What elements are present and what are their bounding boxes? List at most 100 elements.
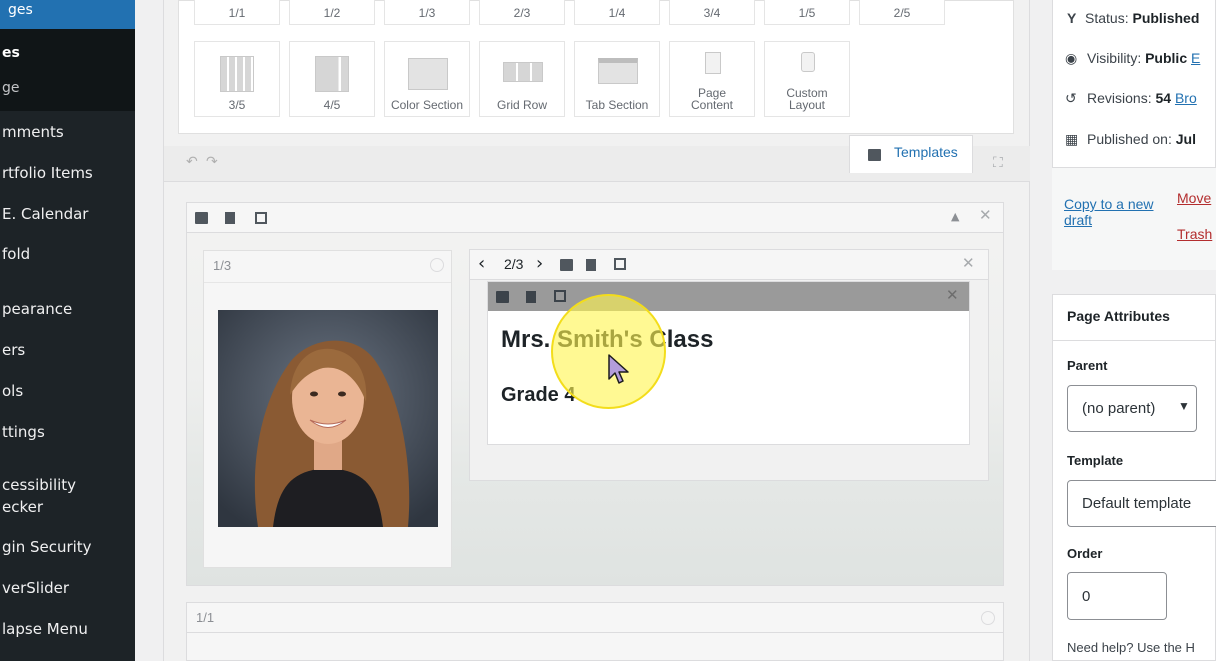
- edit-visibility-link[interactable]: E: [1191, 50, 1200, 66]
- sidebar-item-fold[interactable]: fold: [0, 245, 135, 279]
- portrait-image: [218, 310, 438, 527]
- copy-icon[interactable]: [225, 212, 235, 224]
- chevron-down-icon: ▼: [1178, 399, 1190, 413]
- element-3-5[interactable]: 3/5: [194, 41, 280, 117]
- visibility-value: Public: [1145, 50, 1188, 66]
- element-panel: 1/1 1/2 1/3 2/3 1/4 3/4 1/5 2/5 3/5 4/5 …: [178, 0, 1014, 134]
- edit-icon[interactable]: [554, 290, 566, 302]
- sidebar-item-calendar[interactable]: E. Calendar: [0, 205, 135, 239]
- delete-icon[interactable]: ✕: [979, 206, 992, 224]
- revisions-row: ↺ Revisions: 54 Bro: [1065, 90, 1197, 107]
- parent-label: Parent: [1067, 358, 1108, 373]
- revisions-value: 54: [1155, 90, 1172, 106]
- element-1-4[interactable]: 1/4: [574, 0, 660, 25]
- submenu-item-all-pages[interactable]: es: [2, 45, 20, 61]
- element-2-3[interactable]: 2/3: [479, 0, 565, 25]
- sidebar-item-pages[interactable]: ges: [0, 0, 135, 29]
- published-label: Published on:: [1087, 131, 1172, 147]
- published-value: Jul: [1175, 131, 1196, 147]
- element-3-4[interactable]: 3/4: [669, 0, 755, 25]
- element-1-3[interactable]: 1/3: [384, 0, 470, 25]
- edit-icon[interactable]: [614, 258, 626, 270]
- pin-icon: Y: [1067, 10, 1077, 26]
- fullscreen-icon[interactable]: ⛶: [993, 155, 1003, 171]
- element-color-section[interactable]: Color Section: [384, 41, 470, 117]
- sidebar-item-layerslider[interactable]: verSlider: [0, 579, 135, 613]
- templates-label: Templates: [894, 144, 958, 160]
- sidebar-item-collapse-menu[interactable]: lapse Menu: [0, 620, 135, 654]
- circle-icon[interactable]: [981, 611, 995, 625]
- save-template-icon[interactable]: [496, 291, 509, 303]
- order-label: Order: [1067, 546, 1103, 561]
- submenu-item-add-new[interactable]: ge: [2, 80, 20, 96]
- increase-size-icon[interactable]: ›: [536, 253, 543, 274]
- edit-icon[interactable]: [255, 212, 267, 224]
- calendar-icon: ▦: [1065, 131, 1079, 147]
- delete-icon[interactable]: ✕: [946, 286, 959, 304]
- copy-draft-link[interactable]: Copy to a new draft: [1064, 196, 1154, 228]
- element-tab-section[interactable]: Tab Section: [574, 41, 660, 117]
- label-line-2: Layout: [788, 98, 826, 112]
- element-label: 3/4: [703, 6, 721, 20]
- column-header: ‹ 2/3 › ✕: [470, 250, 988, 280]
- published-row: ▦ Published on: Jul: [1065, 131, 1196, 148]
- save-template-icon[interactable]: [560, 259, 573, 271]
- sidebar-item-checker[interactable]: ecker: [0, 498, 135, 518]
- circle-icon[interactable]: [430, 258, 444, 272]
- undo-icon[interactable]: ↶: [186, 154, 198, 170]
- element-1-5[interactable]: 1/5: [764, 0, 850, 25]
- column-header: 1/3: [204, 251, 451, 283]
- template-select[interactable]: Default template: [1067, 480, 1216, 527]
- section-header: 1/1: [187, 603, 1003, 633]
- column-size-label[interactable]: 1/3: [213, 258, 231, 273]
- page-content-icon: [705, 52, 721, 74]
- element-4-5[interactable]: 4/5: [289, 41, 375, 117]
- tab-section-icon: [598, 58, 638, 84]
- sidebar-item-portfolio[interactable]: rtfolio Items: [0, 164, 135, 198]
- sidebar-item-users[interactable]: ers: [0, 341, 135, 375]
- sidebar-item-label: ges: [8, 2, 33, 18]
- sidebar-item-settings[interactable]: ttings: [0, 423, 135, 457]
- copy-icon[interactable]: [586, 259, 596, 271]
- history-icon: ↺: [1065, 90, 1077, 106]
- move-to-trash-link[interactable]: Move: [1177, 190, 1211, 206]
- column-3-5-icon: [220, 56, 254, 92]
- copy-icon[interactable]: [526, 291, 536, 303]
- browse-revisions-link[interactable]: Bro: [1175, 90, 1197, 106]
- parent-select[interactable]: (no parent) ▼: [1067, 385, 1197, 432]
- visibility-label: Visibility:: [1087, 50, 1142, 66]
- element-label: 2/5: [893, 6, 911, 20]
- element-label: 1/4: [608, 6, 626, 20]
- status-value: Published: [1132, 10, 1200, 26]
- save-template-icon[interactable]: [195, 212, 208, 224]
- element-2-5[interactable]: 2/5: [859, 0, 945, 25]
- redo-icon[interactable]: ↷: [206, 154, 218, 170]
- element-1-1[interactable]: 1/1: [194, 0, 280, 25]
- element-custom-layout[interactable]: Custom Layout: [764, 41, 850, 117]
- decrease-size-icon[interactable]: ‹: [478, 253, 485, 274]
- order-input[interactable]: 0: [1067, 572, 1167, 620]
- template-value: Default template: [1082, 495, 1192, 512]
- label-line-2: Content: [690, 98, 734, 112]
- trash-link[interactable]: Trash: [1177, 226, 1212, 242]
- element-label: 3/5: [228, 98, 246, 112]
- collapse-icon[interactable]: ▲: [951, 210, 959, 223]
- column-size-label[interactable]: 1/1: [196, 610, 214, 625]
- visibility-row: ◉ Visibility: Public E: [1065, 50, 1200, 67]
- sidebar-item-tools[interactable]: ols: [0, 382, 135, 416]
- delete-icon[interactable]: ✕: [962, 254, 975, 272]
- element-1-2[interactable]: 1/2: [289, 0, 375, 25]
- element-label: Tab Section: [585, 98, 649, 112]
- element-page-content[interactable]: Page Content: [669, 41, 755, 117]
- sidebar-item-login-security[interactable]: gin Security: [0, 538, 135, 572]
- templates-button[interactable]: Templates: [849, 135, 973, 173]
- sidebar-item-appearance[interactable]: pearance: [0, 300, 135, 334]
- sidebar-item-comments[interactable]: mments: [0, 123, 135, 157]
- section-header: ▲ ✕: [187, 203, 1003, 233]
- text-block-toolbar: ✕: [488, 282, 969, 311]
- element-label: Grid Row: [496, 98, 547, 112]
- teacher-photo[interactable]: [218, 310, 438, 527]
- column-size-label[interactable]: 2/3: [504, 256, 523, 272]
- sidebar-submenu: es ge: [0, 29, 135, 111]
- element-grid-row[interactable]: Grid Row: [479, 41, 565, 117]
